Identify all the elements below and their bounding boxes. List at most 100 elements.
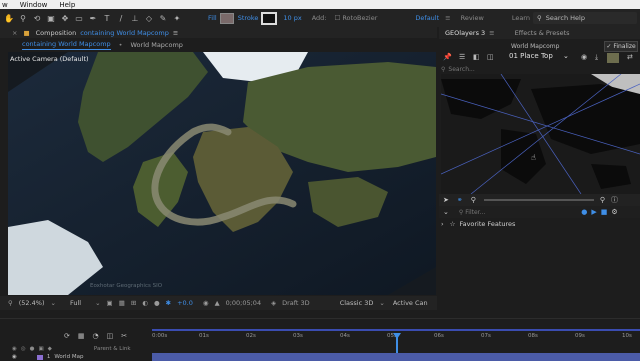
filter-dot-icon[interactable]: ● (581, 208, 587, 216)
menu-help[interactable]: Help (59, 1, 75, 9)
zoom-slider[interactable] (483, 199, 594, 201)
lock-icon[interactable]: ■ (23, 29, 29, 37)
clone-stamp-icon[interactable]: ⊥ (130, 13, 140, 23)
map-style-icon[interactable]: ◧ (473, 53, 480, 61)
color-swatch[interactable] (607, 53, 619, 63)
stroke-swatch[interactable] (261, 11, 278, 25)
globe-icon[interactable]: ◉ (581, 53, 587, 61)
hand-icon[interactable]: ✋ (4, 13, 14, 23)
work-area-bar[interactable] (152, 329, 640, 331)
swap-icon[interactable]: ⇄ (627, 53, 633, 61)
audio-icon[interactable]: ◎ (21, 346, 26, 352)
draft3d-icon[interactable]: ◈ (271, 299, 276, 307)
puppet-icon[interactable]: ✦ (172, 13, 182, 23)
draft3d-label[interactable]: Draft 3D (282, 299, 310, 307)
tab-active-comp[interactable]: containing World Mapcomp (22, 40, 111, 50)
workspace-menu-icon[interactable]: ≡ (445, 14, 450, 22)
layers-icon[interactable]: ☰ (459, 53, 465, 61)
tab-effects-presets[interactable]: Effects & Presets (515, 29, 570, 37)
filter-input[interactable]: Filter... (465, 209, 575, 216)
select-icon[interactable]: ➤ (443, 196, 449, 204)
exposure-icon[interactable]: ✱ (166, 299, 171, 307)
filter-square-icon[interactable]: ■ (601, 208, 608, 216)
zoom-in-icon[interactable]: ⚲ (600, 196, 605, 204)
zoom-icon[interactable]: ⚲ (18, 13, 28, 23)
layer-eye-icon[interactable]: ◉ (12, 354, 17, 360)
menu-partial[interactable]: w (2, 1, 8, 9)
label-icon[interactable]: ◆ (48, 346, 52, 352)
workspace-learn[interactable]: Learn (512, 14, 530, 22)
rotobezier-checkbox[interactable]: ☐ (335, 14, 341, 22)
renderer-dropdown[interactable]: Classic 3D (340, 299, 374, 307)
menu-window[interactable]: Window (20, 1, 48, 9)
camera-mode-icon[interactable]: ◫ (487, 53, 494, 61)
link-icon[interactable]: ⚭ (457, 196, 463, 204)
composition-comp-name[interactable]: containing World Mapcomp (80, 29, 169, 37)
search-help-input[interactable]: ⚲ Search Help (533, 12, 637, 24)
eye-icon[interactable]: ◉ (12, 346, 17, 352)
breadcrumb-world-mapcomp[interactable]: World Mapcomp (131, 41, 183, 49)
info-icon[interactable]: ⓘ (611, 195, 618, 205)
fill-label[interactable]: Fill (208, 14, 217, 22)
motion-blur-icon[interactable]: ◔ (93, 332, 99, 340)
workspace-review[interactable]: Review (461, 14, 484, 22)
expand-icon[interactable]: › (441, 220, 444, 228)
camera-dropdown[interactable]: Active Can (393, 299, 428, 307)
fill-swatch[interactable] (219, 12, 234, 24)
roto-icon[interactable]: ✎ (158, 13, 168, 23)
close-icon[interactable]: × (12, 29, 17, 37)
composition-title[interactable]: Composition (36, 29, 77, 37)
composition-viewer[interactable] (8, 52, 436, 295)
resolution-dropdown-arrow[interactable]: ⌄ (95, 299, 100, 307)
zoom-dropdown[interactable]: (52.4%) (19, 299, 45, 307)
region-icon[interactable]: ▣ (107, 299, 113, 307)
eraser-icon[interactable]: ◇ (144, 13, 154, 23)
filter-options-icon[interactable]: ⚙ (611, 208, 617, 216)
favorite-features[interactable]: › ☆ Favorite Features (441, 220, 515, 228)
transparency-grid-icon[interactable]: ▦ (119, 299, 125, 307)
lock-icon[interactable]: ▣ (38, 346, 43, 352)
layer-label-swatch[interactable] (36, 354, 43, 360)
geolayers-menu-icon[interactable]: ≡ (489, 29, 494, 37)
tab-geolayers[interactable]: GEOlayers 3 (445, 29, 485, 37)
exposure-value[interactable]: +0.0 (177, 299, 193, 307)
stroke-label[interactable]: Stroke (238, 14, 259, 22)
channel-icon[interactable]: ◐ (142, 299, 148, 307)
snapshot-icon[interactable]: ◉ (203, 299, 209, 307)
pan-behind-icon[interactable]: ✥ (60, 13, 70, 23)
timecode[interactable]: 0;00;05;04 (226, 299, 262, 307)
show-snapshot-icon[interactable]: ▲ (215, 299, 220, 307)
clip-icon[interactable]: ✂ (121, 332, 127, 340)
magnifier-icon[interactable]: ⚲ (8, 299, 13, 307)
filter-play-icon[interactable]: ▶ (591, 208, 596, 216)
renderer-dropdown-arrow[interactable]: ⌄ (379, 299, 384, 307)
place-top-dropdown[interactable]: 01 Place Top (509, 52, 553, 60)
pen-icon[interactable]: ✒ (88, 13, 98, 23)
layer-name[interactable]: World Map (54, 354, 83, 360)
frame-blend-icon[interactable]: ▦ (78, 332, 85, 340)
color-icon[interactable]: ● (154, 299, 160, 307)
place-top-dropdown-arrow[interactable]: ⌄ (563, 52, 569, 60)
solo-icon[interactable]: ● (30, 346, 35, 352)
camera-icon[interactable]: ▣ (46, 13, 56, 23)
comp-menu-icon[interactable]: ≡ (173, 29, 178, 37)
type-icon[interactable]: T (102, 13, 112, 23)
filter-arrow-icon[interactable]: ⌄ (443, 208, 449, 216)
zoom-dropdown-arrow[interactable]: ⌄ (51, 299, 56, 307)
geolayers-search-input[interactable]: ⚲ Search... (441, 65, 561, 74)
geolayers-map-preview[interactable]: ☝ (441, 74, 640, 194)
resolution-dropdown[interactable]: Full (70, 299, 81, 307)
rotate-icon[interactable]: ⟲ (32, 13, 42, 23)
zoom-out-icon[interactable]: ⚲ (471, 196, 476, 204)
pin-icon[interactable]: 📌 (443, 53, 452, 61)
mask-icon[interactable]: ⊞ (131, 299, 136, 307)
graph-editor-icon[interactable]: ◫ (107, 332, 114, 340)
workspace-default[interactable]: Default (415, 14, 439, 22)
brush-icon[interactable]: / (116, 13, 126, 23)
finalize-button[interactable]: ✓ Finalize (604, 41, 638, 52)
add-label: Add: (311, 14, 327, 22)
download-icon[interactable]: ⤓ (595, 53, 598, 62)
shy-icon[interactable]: ⟳ (64, 332, 70, 340)
stroke-width[interactable]: 10 px (283, 14, 301, 22)
rectangle-icon[interactable]: ▭ (74, 13, 84, 23)
